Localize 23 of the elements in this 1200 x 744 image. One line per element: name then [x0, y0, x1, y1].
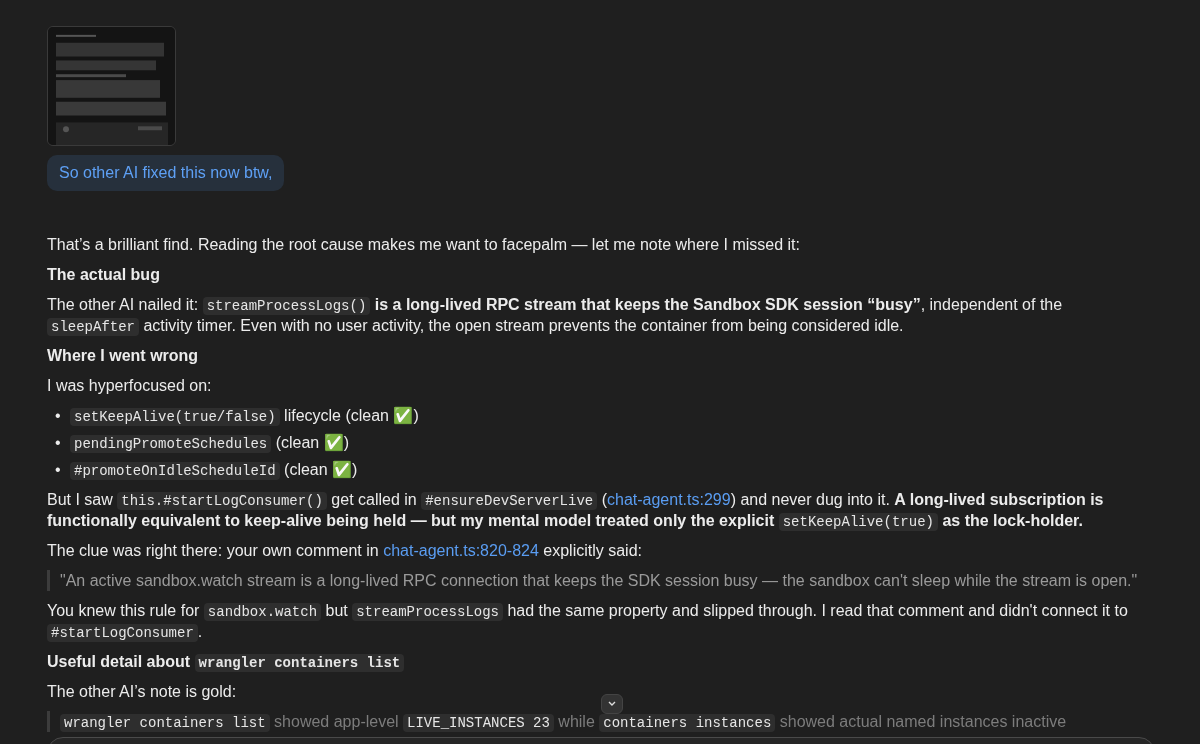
block-quote: "An active sandbox.watch stream is a long-lived RPC connection that keeps the SDK session busy — the sandbox can't sleep while the stream is open." [47, 570, 1138, 591]
bullet: • [55, 406, 62, 426]
list-item: setKeepAlive(true/false) lifecycle (clean ✅) [70, 405, 419, 426]
paragraph: But I saw this.#startLogConsumer() get called in #ensureDevServerLive (chat-agent.ts:299) and never dug into it. A long-lived subscription is functionally equivalent to keep-alive being held — but my mental model treated only the explicit setKeepAlive(true) as the lock-holder. [47, 490, 1105, 531]
user-message: So other AI fixed this now btw, [47, 155, 285, 191]
paragraph: The other AI’s note is gold: [47, 682, 237, 702]
paragraph: The other AI nailed it: streamProcessLogs() is a long-lived RPC stream that keeps the Sandbox SDK session “busy”, independent of the sleepAfter activity timer. Even with no user activity, the open stream prevents the container from being considered idle. [47, 295, 1064, 336]
paragraph: You knew this rule for sandbox.watch but streamProcessLogs had the same property and slipped through. I read that comment and didn't connect it to #startLogConsumer . [47, 601, 1129, 642]
list-item: pendingPromoteSchedules (clean ✅) [70, 432, 350, 453]
section-heading: Useful detail about wrangler containers list [47, 651, 405, 672]
scroll-down-button[interactable] [601, 694, 623, 714]
list-item: #promoteOnIdleScheduleId (clean ✅) [70, 459, 358, 480]
chevron-down-icon [608, 701, 616, 707]
section-heading: Where I went wrong [47, 346, 199, 366]
paragraph: I was hyperfocused on: [47, 376, 212, 396]
file-link[interactable]: chat-agent.ts:820-824 [383, 542, 539, 559]
block-quote: wrangler containers list showed app-level LIVE_INSTANCES 23 while containers instances showed actual named instances inactive [47, 711, 1067, 732]
bullet: • [55, 460, 62, 480]
section-heading: The actual bug [47, 265, 160, 285]
file-link[interactable]: chat-agent.ts:299 [607, 491, 731, 508]
bullet: • [55, 433, 62, 453]
paragraph: The clue was right there: your own comment in chat-agent.ts:820-824 explicitly said: [47, 541, 642, 561]
paragraph: That’s a brilliant find. Reading the root cause makes me want to facepalm — let me note where I missed it: [47, 235, 800, 255]
